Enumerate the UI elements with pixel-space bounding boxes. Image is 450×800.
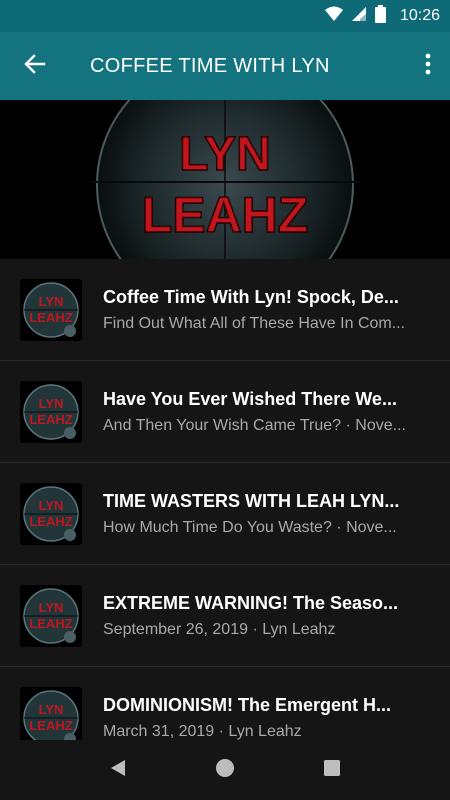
nav-recents-icon: [323, 759, 341, 782]
episode-thumbnail: LYN LEAHZ: [20, 584, 82, 647]
episode-title: DOMINIONISM! The Emergent H...: [103, 694, 392, 715]
episode-text: TIME WASTERS WITH LEAH LYN... How Much T…: [103, 490, 429, 538]
episode-text: Coffee Time With Lyn! Spock, De... Find …: [103, 286, 429, 334]
thumbnail-logo-line2: LEAHZ: [29, 310, 72, 325]
thumbnail-logo-line2: LEAHZ: [29, 616, 72, 631]
episode-text: Have You Ever Wished There We... And The…: [103, 388, 429, 436]
episode-subtitle: March 31, 2019 · Lyn Leahz: [103, 722, 302, 740]
episode-subtitle: And Then Your Wish Came True? · Nove...: [103, 416, 406, 434]
wifi-icon: [324, 6, 343, 27]
episode-title: TIME WASTERS WITH LEAH LYN...: [103, 490, 400, 511]
battery-icon: [374, 4, 386, 28]
episode-thumbnail: LYN LEAHZ: [20, 686, 82, 740]
thumbnail-logo-line1: LYN: [39, 294, 64, 309]
app-bar: COFFEE TIME WITH LYN: [0, 32, 450, 100]
nav-recents-button[interactable]: [312, 750, 352, 790]
episode-subtitle: Find Out What All of These Have In Com..…: [103, 314, 406, 332]
banner-logo-line1: LYN: [179, 128, 271, 181]
episode-text: EXTREME WARNING! The Seaso... September …: [103, 592, 429, 640]
thumbnail-logo-line1: LYN: [39, 498, 64, 513]
episode-text: DOMINIONISM! The Emergent H... March 31,…: [103, 694, 429, 741]
episode-subtitle: How Much Time Do You Waste? · Nove...: [103, 518, 397, 536]
thumbnail-logo-line1: LYN: [39, 600, 64, 615]
signal-icon: [351, 6, 367, 27]
episode-thumbnail: LYN LEAHZ: [20, 278, 82, 341]
episode-row[interactable]: LYN LEAHZ DOMINIONISM! The Emergent H...…: [0, 667, 450, 740]
more-options-button[interactable]: [406, 32, 450, 100]
nav-home-icon: [215, 758, 235, 783]
episode-title: Have You Ever Wished There We...: [103, 388, 397, 409]
system-nav-bar: [0, 740, 450, 800]
back-button[interactable]: [0, 32, 70, 100]
page-title: COFFEE TIME WITH LYN: [90, 54, 330, 77]
thumbnail-logo-line2: LEAHZ: [29, 412, 72, 427]
episode-thumbnail: LYN LEAHZ: [20, 380, 82, 443]
nav-home-button[interactable]: [205, 750, 245, 790]
episode-row[interactable]: LYN LEAHZ EXTREME WARNING! The Seaso... …: [0, 565, 450, 667]
thumbnail-logo-line1: LYN: [39, 702, 64, 717]
episode-title: Coffee Time With Lyn! Spock, De...: [103, 286, 399, 307]
more-vert-icon: [425, 53, 431, 80]
podcast-banner: LYN LEAHZ: [0, 100, 450, 259]
banner-artwork: LYN LEAHZ: [0, 100, 450, 259]
episode-row[interactable]: LYN LEAHZ Have You Ever Wished There We.…: [0, 361, 450, 463]
episode-list: LYN LEAHZ Coffee Time With Lyn! Spock, D…: [0, 259, 450, 740]
thumbnail-logo-line1: LYN: [39, 396, 64, 411]
status-bar: 10:26: [0, 0, 450, 32]
episode-row[interactable]: LYN LEAHZ Coffee Time With Lyn! Spock, D…: [0, 259, 450, 361]
episode-title: EXTREME WARNING! The Seaso...: [103, 592, 399, 613]
nav-back-icon: [108, 758, 128, 783]
episode-thumbnail: LYN LEAHZ: [20, 482, 82, 545]
episode-row[interactable]: LYN LEAHZ TIME WASTERS WITH LEAH LYN... …: [0, 463, 450, 565]
thumbnail-logo-line2: LEAHZ: [29, 514, 72, 529]
banner-logo-line2: LEAHZ: [142, 187, 309, 243]
thumbnail-logo-line2: LEAHZ: [29, 718, 72, 733]
status-time: 10:26: [399, 7, 440, 24]
nav-back-button[interactable]: [98, 750, 138, 790]
episode-subtitle: September 26, 2019 · Lyn Leahz: [103, 620, 336, 638]
arrow-back-icon: [24, 53, 46, 80]
